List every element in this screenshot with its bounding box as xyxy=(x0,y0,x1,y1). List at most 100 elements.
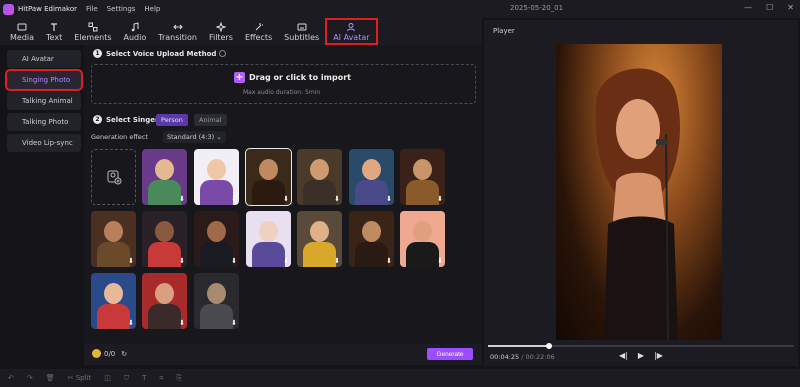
singer-thumbnail[interactable]: ⬇ xyxy=(142,273,187,329)
app-title: HitPaw Edimakor xyxy=(18,5,77,13)
singer-thumbnail[interactable]: ⬇ xyxy=(142,149,187,205)
filters-icon xyxy=(215,21,226,32)
player-panel: Player 00:04:25 / 00:22:06 ◀| ▶ |▶ xyxy=(484,20,798,366)
tab-label: Subtitles xyxy=(284,32,320,42)
undo-icon[interactable]: ↶ xyxy=(8,374,14,382)
singer-thumbnail[interactable]: ⬇ xyxy=(297,149,342,205)
singer-thumbnail[interactable]: ⬇ xyxy=(400,211,445,267)
close-icon[interactable]: ✕ xyxy=(787,3,794,12)
maximize-icon[interactable]: ☐ xyxy=(766,3,773,12)
singer-thumbnail[interactable]: ⬇ xyxy=(349,149,394,205)
drop-main: + Drag or click to import xyxy=(234,72,351,83)
chevron-down-icon: ⌄ xyxy=(216,133,222,141)
download-icon: ⬇ xyxy=(231,195,237,203)
elements-icon xyxy=(88,22,98,31)
timeline-scrubber[interactable] xyxy=(488,343,794,349)
sidebar-item-talking-photo[interactable]: Talking Photo xyxy=(7,113,81,131)
text-tool-icon[interactable]: T xyxy=(142,374,146,382)
sidebar-item-talking-animal[interactable]: Talking Animal xyxy=(7,92,81,110)
ai-avatar-icon xyxy=(347,22,356,31)
download-icon: ⬇ xyxy=(231,319,237,327)
tab-effects[interactable]: Effects xyxy=(239,18,278,45)
download-icon: ⬇ xyxy=(179,195,185,203)
audio-drop-zone[interactable]: + Drag or click to import Max audio dura… xyxy=(91,64,476,104)
tab-text[interactable]: Text xyxy=(40,18,68,45)
generation-effect-value: Standard (4:3) xyxy=(167,133,215,141)
singer-thumbnail[interactable]: ⬇ xyxy=(349,211,394,267)
singer-thumbnail[interactable]: ⬇ xyxy=(297,211,342,267)
singer-thumbnail[interactable]: ⬇ xyxy=(194,149,239,205)
document-title: 2025-05-20_01 xyxy=(510,4,564,12)
tab-label: Audio xyxy=(123,32,147,42)
menu-help[interactable]: Help xyxy=(144,5,160,13)
timeline-progress xyxy=(488,345,550,347)
previous-frame-icon[interactable]: ◀| xyxy=(619,351,628,360)
download-icon: ⬇ xyxy=(386,257,392,265)
step1-label: Select Voice Upload Method xyxy=(106,49,217,58)
crop-icon[interactable]: ⌗ xyxy=(159,374,163,383)
total-time: / 00:22:06 xyxy=(521,353,555,361)
drop-label: Drag or click to import xyxy=(249,73,351,82)
singer-thumbnail[interactable]: ⬇ xyxy=(91,273,136,329)
tab-ai-avatar[interactable]: AI Avatar xyxy=(325,18,378,45)
singer-thumbnail[interactable]: ⬇ xyxy=(246,211,291,267)
transition-icon xyxy=(172,24,183,29)
singer-thumbnail[interactable]: ⬇ xyxy=(142,211,187,267)
split-label: Split xyxy=(75,374,92,382)
tab-person[interactable]: Person xyxy=(156,114,188,126)
play-icon[interactable]: ▶ xyxy=(638,351,644,360)
step2-title: 2 Select Singer xyxy=(93,115,159,124)
menu-settings[interactable]: Settings xyxy=(107,5,136,13)
tab-elements[interactable]: Elements xyxy=(68,18,117,45)
step2-number: 2 xyxy=(93,115,102,124)
sidebar-item-ai-avatar[interactable]: AI Avatar xyxy=(7,50,81,68)
credit-count: 0/0 xyxy=(104,349,116,358)
tab-transition[interactable]: Transition xyxy=(152,18,203,45)
minimize-icon[interactable]: — xyxy=(744,3,752,12)
next-frame-icon[interactable]: |▶ xyxy=(654,351,663,360)
singing-photo-panel: 1 Select Voice Upload Method + Drag or c… xyxy=(84,45,482,365)
singer-thumbnail[interactable]: ⬇ xyxy=(400,149,445,205)
delete-icon[interactable]: 🗑 xyxy=(46,374,55,382)
tab-animal[interactable]: Animal xyxy=(194,114,227,126)
tab-label: Transition xyxy=(158,32,197,42)
time-readout: 00:04:25 / 00:22:06 xyxy=(490,353,555,361)
generate-button[interactable]: Generate xyxy=(427,348,473,360)
redo-icon[interactable]: ↷ xyxy=(27,374,33,382)
upload-singer-tile[interactable] xyxy=(91,149,136,205)
tab-media[interactable]: Media xyxy=(4,18,40,45)
generation-effect-label: Generation effect xyxy=(91,133,148,141)
download-icon: ⬇ xyxy=(386,195,392,203)
generation-effect-select[interactable]: Standard (4:3) ⌄ xyxy=(163,131,226,143)
tab-subtitles[interactable]: Subtitles xyxy=(278,18,325,45)
sidebar-item-video-lip-sync[interactable]: Video Lip-sync xyxy=(7,134,81,152)
download-icon: ⬇ xyxy=(334,257,340,265)
tab-label: Filters xyxy=(208,32,233,42)
avatar-sidebar: AI Avatar Singing Photo Talking Animal T… xyxy=(5,47,83,365)
freeze-icon[interactable]: ◫ xyxy=(104,374,111,382)
singer-preview-image xyxy=(595,68,681,340)
tab-label: AI Avatar xyxy=(333,32,370,42)
tab-audio[interactable]: Audio xyxy=(118,18,153,45)
singer-thumbnail[interactable]: ⬇ xyxy=(194,211,239,267)
split-button[interactable]: ✂ Split xyxy=(68,374,92,382)
tab-filters[interactable]: Filters xyxy=(203,18,239,45)
timeline-handle[interactable] xyxy=(546,343,553,349)
refresh-icon[interactable]: ↻ xyxy=(121,350,127,358)
download-icon: ⬇ xyxy=(128,257,134,265)
text-icon xyxy=(51,22,58,31)
info-icon[interactable] xyxy=(219,50,227,57)
singer-thumbnail[interactable]: ⬇ xyxy=(194,273,239,329)
video-preview[interactable] xyxy=(556,44,722,340)
export-icon[interactable]: ⎘ xyxy=(176,374,182,383)
shield-icon[interactable]: ⛉ xyxy=(124,374,129,383)
menu-file[interactable]: File xyxy=(86,5,98,13)
singer-thumbnail[interactable]: ⬇ xyxy=(245,148,292,206)
sidebar-item-singing-photo[interactable]: Singing Photo xyxy=(5,69,83,91)
edit-toolbar: ↶ ↷ 🗑 ✂ Split ◫ ⛉ T ⌗ ⎘ xyxy=(0,369,800,387)
app-logo-icon xyxy=(3,3,14,15)
step1-number: 1 xyxy=(93,49,102,58)
current-time: 00:04:25 xyxy=(490,353,520,361)
singer-thumbnail[interactable]: ⬇ xyxy=(91,211,136,267)
playback-controls: ◀| ▶ |▶ xyxy=(619,351,663,360)
